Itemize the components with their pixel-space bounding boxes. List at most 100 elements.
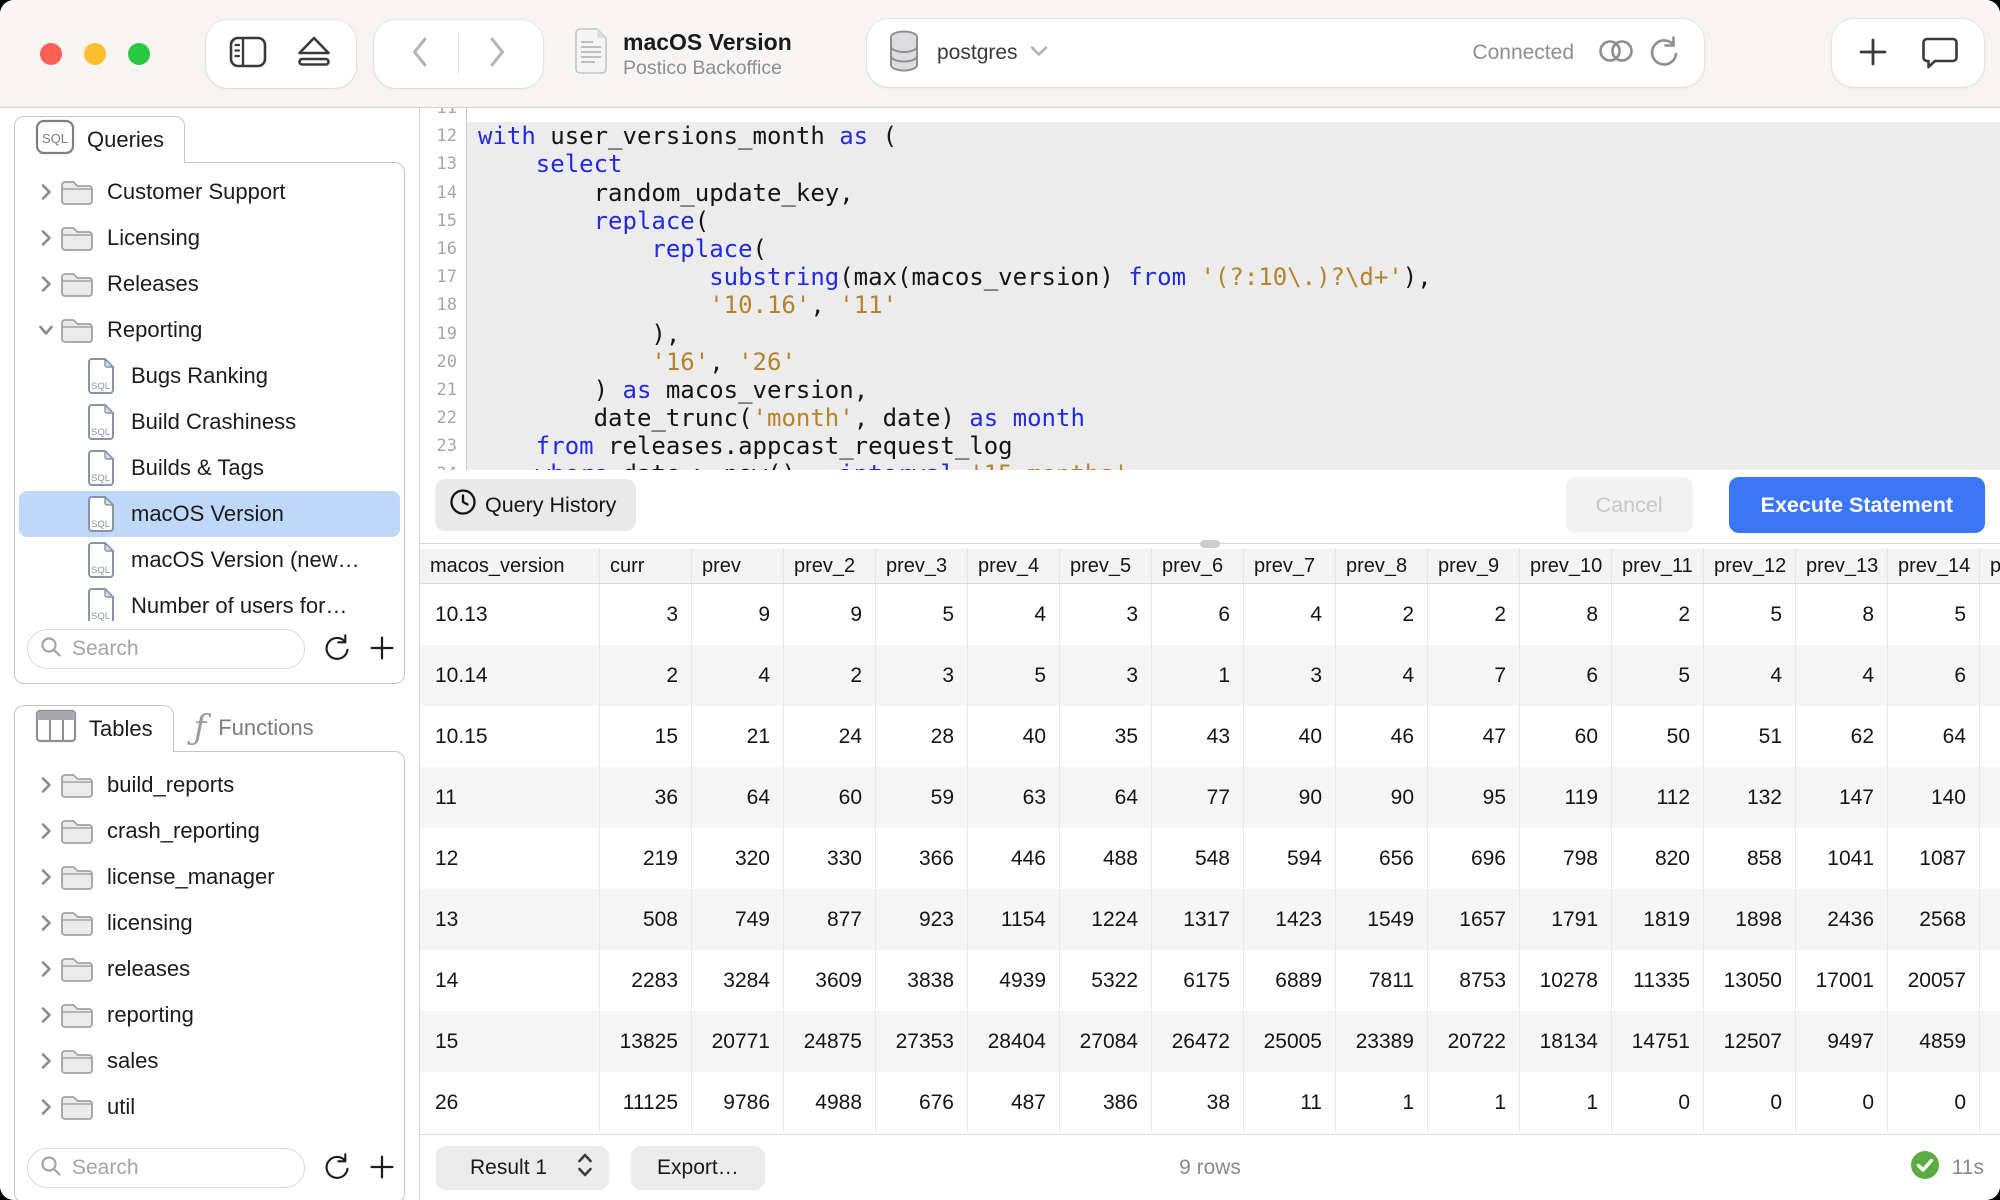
reconnect-button[interactable] <box>1648 35 1680 72</box>
table-cell[interactable]: 1549 <box>1336 889 1428 950</box>
table-cell[interactable]: 147 <box>1796 767 1888 828</box>
table-cell[interactable]: 4 <box>968 584 1060 645</box>
table-cell[interactable]: 3838 <box>876 950 968 1011</box>
code-line[interactable]: 15 replace( <box>420 207 2000 235</box>
column-header[interactable]: prev_5 <box>1060 549 1152 583</box>
code-line[interactable]: 14 random_update_key, <box>420 179 2000 207</box>
chevron-right-icon[interactable] <box>33 776 59 794</box>
table-cell[interactable]: 2568 <box>1888 889 1980 950</box>
table-cell[interactable]: 5 <box>1704 584 1796 645</box>
close-window-button[interactable] <box>40 43 62 65</box>
table-cell[interactable]: 508 <box>600 889 692 950</box>
table-cell[interactable]: 1657 <box>1428 889 1520 950</box>
tree-item[interactable]: licensing <box>19 900 400 946</box>
column-header[interactable]: macos_version <box>420 549 600 583</box>
tree-item[interactable]: releases <box>19 946 400 992</box>
table-cell[interactable]: 27353 <box>876 1011 968 1072</box>
table-cell[interactable]: 40 <box>1244 706 1336 767</box>
table-cell[interactable]: 90 <box>1244 767 1336 828</box>
column-header[interactable]: prev_10 <box>1520 549 1612 583</box>
chevron-right-icon[interactable] <box>33 1098 59 1116</box>
table-cell[interactable]: 696 <box>1428 828 1520 889</box>
table-cell[interactable]: 46 <box>1336 706 1428 767</box>
table-cell[interactable]: 14751 <box>1612 1011 1704 1072</box>
table-cell[interactable]: 1898 <box>1704 889 1796 950</box>
table-cell[interactable]: 3 <box>876 645 968 706</box>
chevron-right-icon[interactable] <box>33 183 59 201</box>
table-cell[interactable]: 5322 <box>1060 950 1152 1011</box>
tree-item[interactable]: sales <box>19 1038 400 1084</box>
queries-search-input[interactable] <box>70 636 292 662</box>
table-cell[interactable] <box>1980 584 2000 645</box>
table-cell[interactable]: 0 <box>1796 1072 1888 1133</box>
table-cell[interactable]: 820 <box>1612 828 1704 889</box>
chevron-down-icon[interactable] <box>1030 44 1048 62</box>
chevron-right-icon[interactable] <box>33 960 59 978</box>
table-cell[interactable]: 59 <box>876 767 968 828</box>
table-cell[interactable]: 12507 <box>1704 1011 1796 1072</box>
table-cell[interactable]: 594 <box>1244 828 1336 889</box>
table-cell[interactable] <box>1980 645 2000 706</box>
new-item-button[interactable] <box>1858 37 1888 70</box>
tree-item[interactable]: license_manager <box>19 854 400 900</box>
chevron-right-icon[interactable] <box>33 868 59 886</box>
code-line[interactable]: 13 select <box>420 150 2000 178</box>
connection-bar[interactable]: postgres Connected <box>867 19 1704 87</box>
table-cell[interactable]: 4 <box>1796 645 1888 706</box>
forward-button[interactable] <box>471 28 523 80</box>
table-cell[interactable]: 3 <box>1060 584 1152 645</box>
table-cell[interactable]: 64 <box>1060 767 1152 828</box>
table-cell[interactable]: 1 <box>1336 1072 1428 1133</box>
table-cell[interactable]: 62 <box>1796 706 1888 767</box>
table-cell[interactable]: 446 <box>968 828 1060 889</box>
table-cell[interactable]: 20057 <box>1888 950 1980 1011</box>
table-cell[interactable]: 320 <box>692 828 784 889</box>
table-cell[interactable]: 18134 <box>1520 1011 1612 1072</box>
table-cell[interactable]: 64 <box>1888 706 1980 767</box>
table-cell[interactable]: 488 <box>1060 828 1152 889</box>
table-cell[interactable]: 35 <box>1060 706 1152 767</box>
table-cell[interactable]: 112 <box>1612 767 1704 828</box>
table-cell[interactable]: 0 <box>1612 1072 1704 1133</box>
table-cell[interactable]: 11335 <box>1612 950 1704 1011</box>
table-cell[interactable]: 40 <box>968 706 1060 767</box>
table-cell[interactable]: 64 <box>692 767 784 828</box>
table-cell[interactable]: 4 <box>1336 645 1428 706</box>
table-cell[interactable]: 21 <box>692 706 784 767</box>
code-line[interactable]: 24 where date > now() - interval '15 mon… <box>420 460 2000 470</box>
table-cell[interactable] <box>1980 828 2000 889</box>
chevron-right-icon[interactable] <box>33 914 59 932</box>
table-cell[interactable]: 4988 <box>784 1072 876 1133</box>
table-cell[interactable]: 6175 <box>1152 950 1244 1011</box>
table-cell[interactable] <box>1980 950 2000 1011</box>
column-header[interactable]: prev_14 <box>1888 549 1980 583</box>
code-line[interactable]: 11 <box>420 108 2000 122</box>
queries-add-button[interactable] <box>369 635 395 664</box>
table-cell[interactable]: 4 <box>1244 584 1336 645</box>
tables-search-field[interactable] <box>27 1148 305 1188</box>
code-line[interactable]: 20 '16', '26' <box>420 348 2000 376</box>
table-cell[interactable]: 20722 <box>1428 1011 1520 1072</box>
toggle-sidebar-button[interactable] <box>222 28 274 80</box>
table-cell[interactable]: 3284 <box>692 950 784 1011</box>
table-cell[interactable]: 26 <box>420 1072 600 1133</box>
code-line[interactable]: 17 substring(max(macos_version) from '(?… <box>420 263 2000 291</box>
table-cell[interactable]: 43 <box>1152 706 1244 767</box>
code-line[interactable]: 19 ), <box>420 320 2000 348</box>
tree-item[interactable]: SQLNumber of users for… <box>19 583 400 621</box>
code-line[interactable]: 23 from releases.appcast_request_log <box>420 432 2000 460</box>
query-history-button[interactable]: Query History <box>435 479 636 531</box>
table-cell[interactable] <box>1980 889 2000 950</box>
splitter-grip-icon[interactable] <box>1200 540 1220 548</box>
table-cell[interactable]: 4939 <box>968 950 1060 1011</box>
table-cell[interactable]: 5 <box>1612 645 1704 706</box>
table-cell[interactable]: 1224 <box>1060 889 1152 950</box>
queries-search-field[interactable] <box>27 629 305 669</box>
tree-item[interactable]: Licensing <box>19 215 400 261</box>
table-cell[interactable]: 1 <box>1428 1072 1520 1133</box>
tree-item[interactable]: SQLmacOS Version <box>19 491 400 537</box>
table-cell[interactable]: 132 <box>1704 767 1796 828</box>
table-cell[interactable]: 749 <box>692 889 784 950</box>
table-cell[interactable]: 11 <box>420 767 600 828</box>
table-cell[interactable]: 5 <box>968 645 1060 706</box>
